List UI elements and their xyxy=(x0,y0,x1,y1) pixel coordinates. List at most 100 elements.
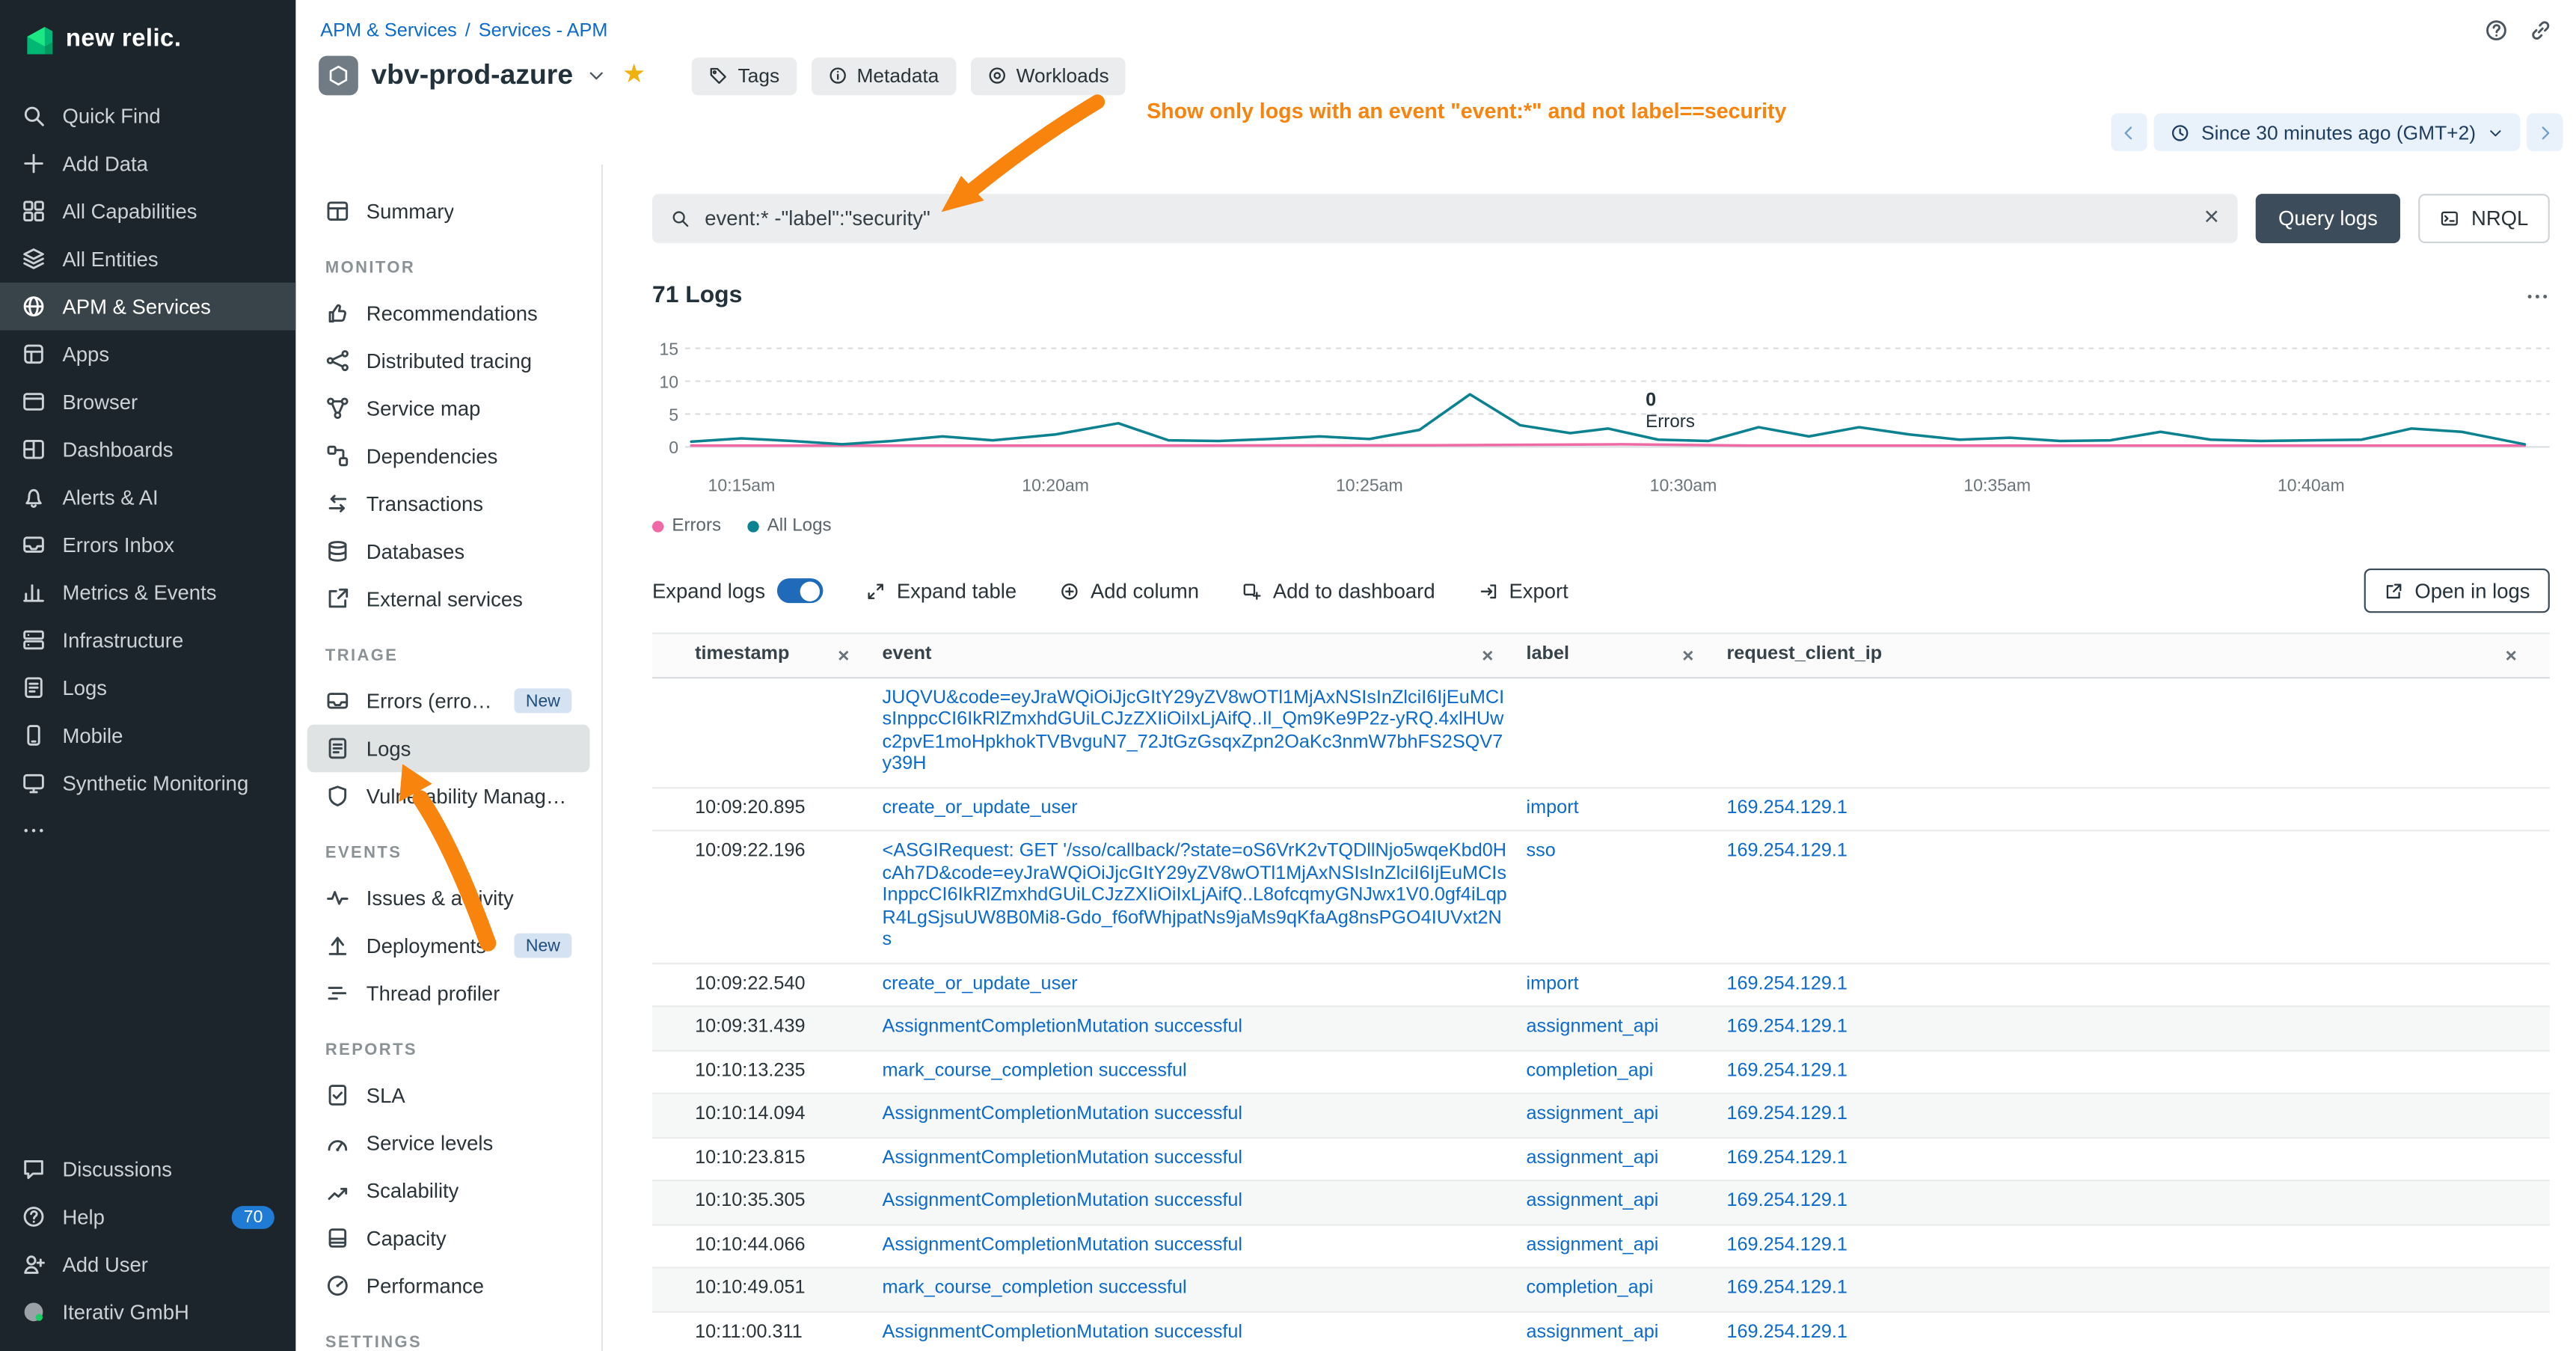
ip-link[interactable]: 169.254.129.1 xyxy=(1726,1104,1847,1124)
ip-link[interactable]: 169.254.129.1 xyxy=(1726,1322,1847,1341)
help-icon[interactable] xyxy=(2484,18,2509,43)
sidebar-item-quick-find[interactable]: Quick Find xyxy=(0,92,295,140)
label-link[interactable]: assignment_api xyxy=(1526,1148,1658,1167)
remove-column-icon[interactable]: × xyxy=(1482,646,1509,665)
add-column-button[interactable]: Add column xyxy=(1059,579,1199,602)
sidebar-item-dashboards[interactable]: Dashboards xyxy=(0,426,295,474)
sidebar-item-apm-services[interactable]: APM & Services xyxy=(0,283,295,331)
sidebar-item-browser[interactable]: Browser xyxy=(0,378,295,426)
sidebar-item-mobile[interactable]: Mobile xyxy=(0,711,295,759)
copy-link-icon[interactable] xyxy=(2528,18,2553,43)
subnav-item-service-map[interactable]: Service map xyxy=(307,385,590,432)
logs-timeseries-chart[interactable]: 05101510:15am10:20am10:25am10:30am10:35a… xyxy=(652,332,2550,503)
subnav-item-sla[interactable]: SLA xyxy=(307,1071,590,1119)
label-link[interactable]: assignment_api xyxy=(1526,1235,1658,1254)
sidebar-item-add-data[interactable]: Add Data xyxy=(0,140,295,188)
table-row[interactable]: 10:10:44.066AssignmentCompletionMutation… xyxy=(652,1225,2550,1268)
subnav-item-external-services[interactable]: External services xyxy=(307,575,590,623)
ip-link[interactable]: 169.254.129.1 xyxy=(1726,842,1847,861)
table-row[interactable]: 10:10:23.815AssignmentCompletionMutation… xyxy=(652,1138,2550,1181)
subnav-item-vulnerability-management[interactable]: Vulnerability Management xyxy=(307,772,590,820)
breadcrumb-link-services-apm[interactable]: Services - APM xyxy=(479,22,608,41)
ip-link[interactable]: 169.254.129.1 xyxy=(1726,1235,1847,1254)
remove-column-icon[interactable]: × xyxy=(2506,646,2533,665)
ip-link[interactable]: 169.254.129.1 xyxy=(1726,1017,1847,1037)
subnav-item-service-levels[interactable]: Service levels xyxy=(307,1119,590,1167)
workloads-button[interactable]: Workloads xyxy=(970,57,1125,95)
sidebar-item-add-user[interactable]: Add User xyxy=(0,1240,295,1288)
label-link[interactable]: import xyxy=(1526,973,1578,993)
label-link[interactable]: assignment_api xyxy=(1526,1017,1658,1037)
subnav-item-errors-errors-inb[interactable]: Errors (errors inb...New xyxy=(307,677,590,725)
event-link[interactable]: AssignmentCompletionMutation successful xyxy=(882,1017,1242,1037)
subnav-item-recommendations[interactable]: Recommendations xyxy=(307,290,590,337)
table-row[interactable]: 10:10:49.051mark_course_completion succe… xyxy=(652,1269,2550,1312)
sidebar-item-discussions[interactable]: Discussions xyxy=(0,1145,295,1193)
label-link[interactable]: import xyxy=(1526,797,1578,817)
subnav-item-deployments[interactable]: DeploymentsNew xyxy=(307,922,590,969)
column-header-request-client-ip[interactable]: request_client_ip× xyxy=(1726,634,2549,676)
table-row[interactable]: 10:09:20.895create_or_update_userimport1… xyxy=(652,788,2550,831)
sidebar-item-logs[interactable]: Logs xyxy=(0,664,295,711)
table-row[interactable]: 10:10:14.094AssignmentCompletionMutation… xyxy=(652,1094,2550,1138)
table-row[interactable]: JUQVU&code=eyJraWQiOiJjcGItY29yZV8wOTl1M… xyxy=(652,678,2550,788)
event-link[interactable]: AssignmentCompletionMutation successful xyxy=(882,1235,1242,1254)
event-link[interactable]: AssignmentCompletionMutation successful xyxy=(882,1148,1242,1167)
subnav-item-logs[interactable]: Logs xyxy=(307,725,590,773)
export-button[interactable]: Export xyxy=(1478,579,1568,602)
log-query-input[interactable]: event:* -"label":"security" × xyxy=(652,194,2237,243)
event-link[interactable]: AssignmentCompletionMutation successful xyxy=(882,1191,1242,1210)
sidebar-item-ellipsis[interactable] xyxy=(0,806,295,854)
ip-link[interactable]: 169.254.129.1 xyxy=(1726,1148,1847,1167)
table-row[interactable]: 10:10:13.235mark_course_completion succe… xyxy=(652,1051,2550,1094)
subnav-item-summary[interactable]: Summary xyxy=(307,187,590,235)
open-in-logs-button[interactable]: Open in logs xyxy=(2364,569,2550,613)
label-link[interactable]: assignment_api xyxy=(1526,1104,1658,1124)
event-link[interactable]: JUQVU&code=eyJraWQiOiJjcGItY29yZV8wOTl1M… xyxy=(882,687,1504,773)
event-link[interactable]: AssignmentCompletionMutation successful xyxy=(882,1322,1242,1341)
legend-item-errors[interactable]: Errors xyxy=(652,516,721,536)
metadata-button[interactable]: Metadata xyxy=(811,57,955,95)
ip-link[interactable]: 169.254.129.1 xyxy=(1726,797,1847,817)
label-link[interactable]: assignment_api xyxy=(1526,1322,1658,1341)
entity-name[interactable]: vbv-prod-azure xyxy=(371,59,573,92)
sidebar-item-synthetic-monitoring[interactable]: Synthetic Monitoring xyxy=(0,759,295,807)
table-row[interactable]: 10:10:35.305AssignmentCompletionMutation… xyxy=(652,1181,2550,1225)
table-row[interactable]: 10:09:31.439AssignmentCompletionMutation… xyxy=(652,1007,2550,1050)
sidebar-item-errors-inbox[interactable]: Errors Inbox xyxy=(0,521,295,569)
label-link[interactable]: completion_api xyxy=(1526,1278,1653,1298)
sidebar-item-help[interactable]: Help70 xyxy=(0,1193,295,1241)
chart-canvas[interactable] xyxy=(685,332,2550,474)
ip-link[interactable]: 169.254.129.1 xyxy=(1726,1061,1847,1080)
label-link[interactable]: completion_api xyxy=(1526,1061,1653,1080)
subnav-item-performance[interactable]: Performance xyxy=(307,1262,590,1310)
sidebar-item-all-capabilities[interactable]: All Capabilities xyxy=(0,187,295,235)
legend-item-all-logs[interactable]: All Logs xyxy=(747,516,831,536)
sidebar-item-apps[interactable]: Apps xyxy=(0,330,295,378)
subnav-item-capacity[interactable]: Capacity xyxy=(307,1214,590,1262)
table-row[interactable]: 10:09:22.196<ASGIRequest: GET '/sso/call… xyxy=(652,831,2550,964)
clear-query-icon[interactable]: × xyxy=(2204,203,2219,233)
newrelic-logo[interactable]: new relic. xyxy=(0,0,295,76)
nrql-button[interactable]: NRQL xyxy=(2419,194,2550,243)
ip-link[interactable]: 169.254.129.1 xyxy=(1726,1278,1847,1298)
ip-link[interactable]: 169.254.129.1 xyxy=(1726,973,1847,993)
time-back-button[interactable] xyxy=(2111,114,2147,152)
subnav-item-databases[interactable]: Databases xyxy=(307,527,590,575)
event-link[interactable]: create_or_update_user xyxy=(882,797,1077,817)
sidebar-item-infrastructure[interactable]: Infrastructure xyxy=(0,616,295,664)
more-options-icon[interactable] xyxy=(2525,284,2550,308)
sidebar-item-all-entities[interactable]: All Entities xyxy=(0,235,295,283)
add-to-dashboard-button[interactable]: Add to dashboard xyxy=(1242,579,1435,602)
subnav-item-thread-profiler[interactable]: Thread profiler xyxy=(307,969,590,1017)
remove-column-icon[interactable]: × xyxy=(838,646,865,665)
ip-link[interactable]: 169.254.129.1 xyxy=(1726,1191,1847,1210)
event-link[interactable]: mark_course_completion successful xyxy=(882,1278,1186,1298)
expand-logs-toggle[interactable] xyxy=(776,578,823,603)
breadcrumb-link-apm-services[interactable]: APM & Services xyxy=(320,22,456,41)
subnav-item-transactions[interactable]: Transactions xyxy=(307,480,590,527)
column-header-label[interactable]: label× xyxy=(1526,634,1726,676)
expand-table-button[interactable]: Expand table xyxy=(865,579,1016,602)
column-header-timestamp[interactable]: timestamp× xyxy=(695,634,882,676)
query-logs-button[interactable]: Query logs xyxy=(2255,194,2400,243)
